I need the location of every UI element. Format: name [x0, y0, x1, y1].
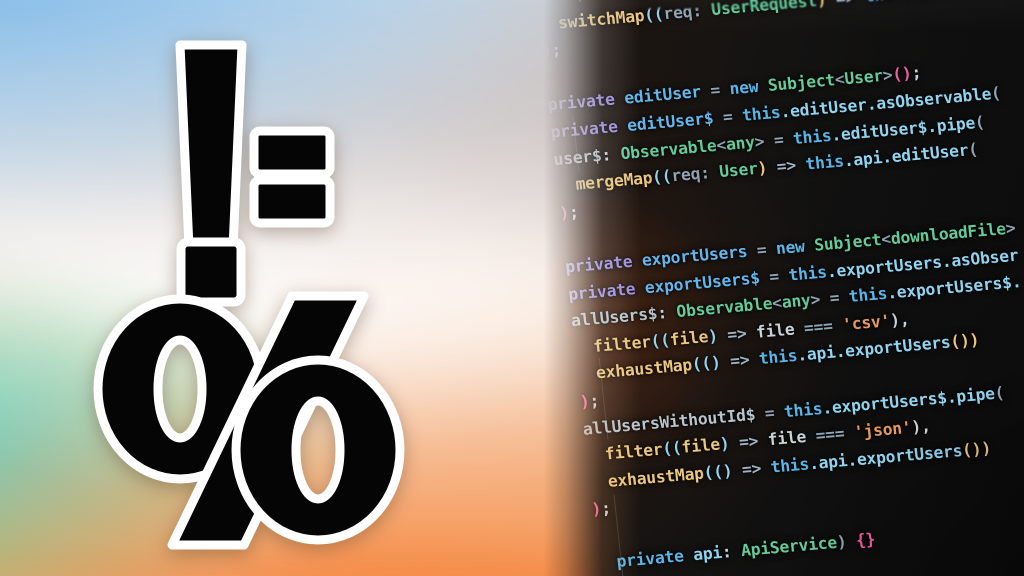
code-token: this	[741, 102, 782, 126]
code-token: ((	[661, 438, 683, 459]
code-token: filter	[592, 331, 652, 356]
code-token: any	[780, 290, 812, 313]
code-token: =>	[719, 349, 760, 373]
code-token: ),	[889, 309, 911, 330]
code-token: this	[791, 125, 833, 148]
code-token: )	[835, 531, 858, 553]
code-token: :	[656, 302, 678, 324]
code-token: (	[973, 112, 986, 132]
code-token: >	[1004, 218, 1017, 239]
code-token: {}	[855, 530, 877, 551]
code-token: req	[670, 164, 702, 186]
screenshot-stage: $: Observable<UserResponse> = this.loadU…	[0, 0, 1024, 576]
code-token: ((	[643, 4, 665, 25]
code-token: =>	[775, 155, 807, 177]
operator-glyph-overlay	[0, 0, 600, 576]
code-token: ===	[802, 315, 844, 338]
code-token: this	[847, 284, 889, 307]
code-token: 'csv'	[841, 310, 892, 335]
code-token: filter	[603, 439, 664, 464]
code-token: =>	[726, 322, 758, 345]
code-token: ((	[651, 166, 673, 188]
code-lines-container: $: Observable<UserResponse> = this.loadU…	[544, 0, 1024, 576]
code-token: api	[692, 543, 724, 566]
code-token: private	[615, 546, 695, 572]
percent-lower-ring	[231, 355, 405, 545]
code-token: (()	[690, 353, 722, 375]
code-token: ())	[949, 330, 981, 352]
code-token: )	[718, 433, 741, 454]
code-token: =	[758, 265, 790, 287]
code-token: =	[712, 106, 744, 128]
code-token: > =	[809, 287, 850, 310]
code-token: (()	[702, 460, 734, 483]
code-token: exhaustMap	[606, 463, 705, 491]
code-editor-panel: $: Observable<UserResponse> = this.loadU…	[544, 0, 1024, 576]
code-token: editUser$	[626, 108, 715, 136]
exclamation-dot	[176, 237, 246, 307]
code-token: =	[746, 239, 777, 261]
code-token: Observable	[619, 135, 718, 163]
code-token: ),	[910, 416, 932, 438]
code-token: file	[680, 434, 721, 458]
code-token: ()	[891, 64, 913, 85]
code-token: file	[668, 326, 710, 350]
code-token: =	[699, 79, 731, 102]
code-token: :	[699, 162, 721, 184]
code-token: ())	[961, 438, 992, 460]
code-token: this	[787, 262, 828, 285]
code-token: :	[691, 0, 713, 21]
code-token: :	[720, 541, 743, 563]
code-token: editUser	[623, 82, 702, 109]
code-token: ((	[649, 330, 671, 351]
code-token: new	[728, 76, 769, 99]
code-token: downloadFile	[889, 219, 1007, 249]
code-token: 'json'	[852, 418, 913, 443]
equals-bar-upper	[249, 126, 335, 179]
code-token: ===	[814, 423, 855, 446]
code-token: Subject	[813, 230, 883, 255]
code-token: exportUsers	[640, 241, 749, 271]
code-token: Subject	[766, 70, 837, 96]
code-token: =	[754, 401, 785, 424]
code-token: (	[993, 382, 1006, 403]
code-token: User	[843, 66, 884, 89]
code-token: ApiService	[740, 533, 838, 561]
code-token: =>	[835, 0, 866, 8]
code-token: (	[990, 83, 1002, 104]
code-token: file	[755, 318, 805, 342]
code-token: =>	[731, 457, 772, 480]
code-token: )	[707, 325, 729, 346]
code-token: ;	[910, 63, 923, 84]
code-rotation-wrapper: $: Observable<UserResponse> = this.loadU…	[544, 0, 1024, 576]
code-token: Observable	[675, 294, 774, 322]
code-token: User	[718, 159, 759, 182]
code-token: this	[863, 0, 903, 5]
code-token: exhaustMap	[595, 355, 693, 383]
code-token: new	[774, 235, 816, 259]
code-token: this	[757, 346, 799, 369]
code-token: any	[724, 132, 756, 154]
code-token: req	[662, 1, 694, 24]
exclamation-bar	[175, 40, 247, 253]
code-token: this	[769, 454, 811, 477]
code-token: this	[782, 398, 824, 421]
code-token: ;	[600, 498, 612, 519]
code-token: )	[816, 0, 837, 10]
code-token: this	[804, 151, 845, 175]
code-token: > =	[753, 128, 795, 152]
code-token: file	[766, 426, 817, 450]
equals-bar-lower	[249, 175, 335, 228]
code-token: )	[756, 157, 778, 179]
code-token: (	[967, 139, 979, 160]
code-token: .api.f	[902, 0, 962, 2]
code-token: =>	[737, 430, 769, 453]
